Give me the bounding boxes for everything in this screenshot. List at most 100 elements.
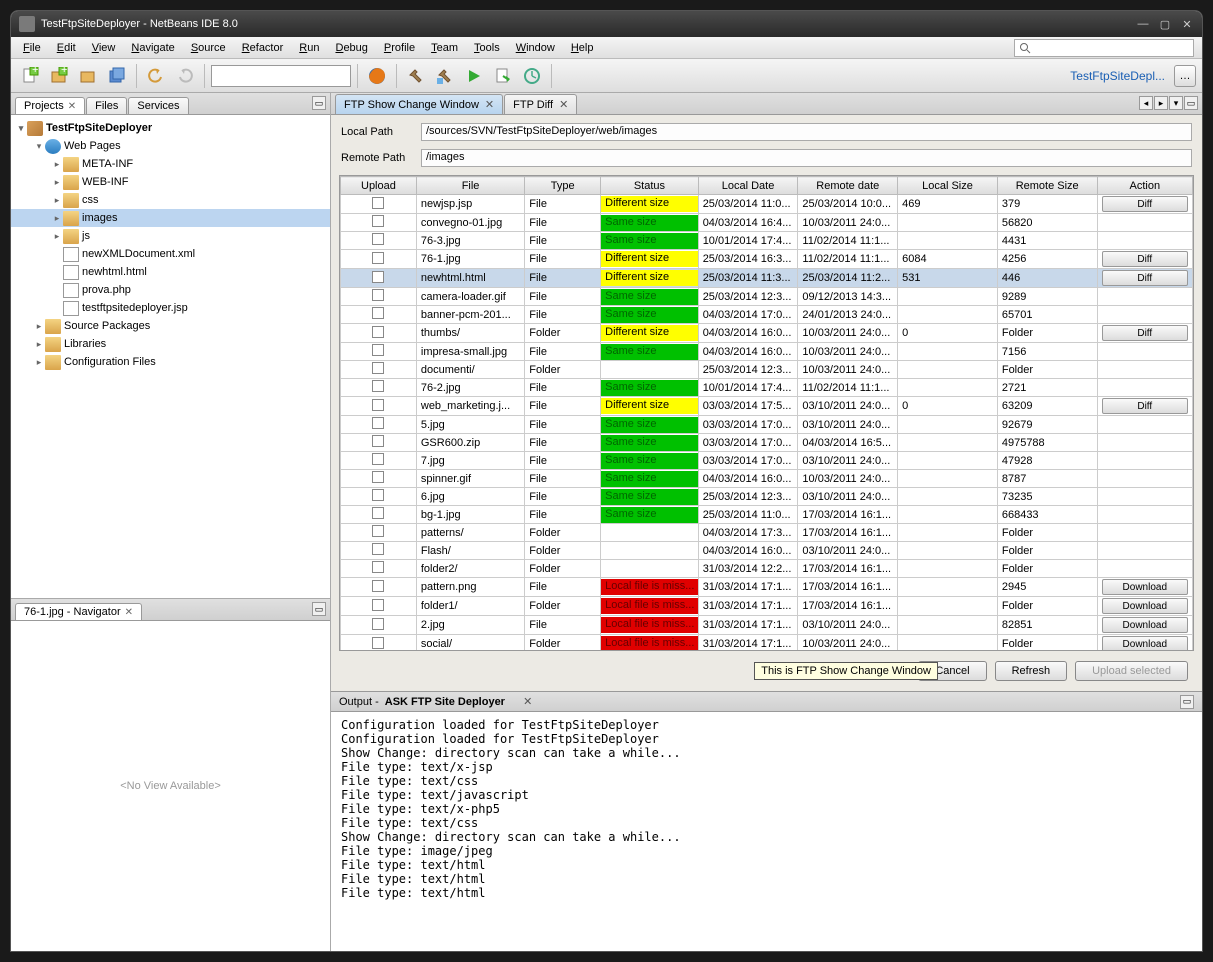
upload-checkbox[interactable] [372,307,384,319]
upload-checkbox[interactable] [372,197,384,209]
upload-selected-button[interactable]: Upload selected [1075,661,1188,681]
close-button[interactable]: ✕ [1180,17,1194,31]
tree-node[interactable]: ▸css [11,191,330,209]
upload-checkbox[interactable] [372,471,384,483]
table-row[interactable]: GSR600.zipFileSame size03/03/2014 17:0..… [341,434,1193,452]
close-icon[interactable]: ✕ [68,101,76,112]
upload-checkbox[interactable] [372,326,384,338]
column-header[interactable]: Local Size [898,177,998,195]
diff-button[interactable]: Diff [1102,270,1188,286]
project-more-button[interactable]: … [1174,65,1196,87]
titlebar[interactable]: TestFtpSiteDeployer - NetBeans IDE 8.0 —… [11,11,1202,37]
tree-node[interactable]: ▸Source Packages [11,317,330,335]
table-row[interactable]: camera-loader.gifFileSame size25/03/2014… [341,288,1193,306]
tree-node[interactable]: ▸WEB-INF [11,173,330,191]
download-button[interactable]: Download [1102,636,1188,651]
upload-checkbox[interactable] [372,252,384,264]
redo-button[interactable] [172,63,198,89]
menu-edit[interactable]: Edit [49,39,84,57]
upload-checkbox[interactable] [372,525,384,537]
tree-node[interactable]: ▸META-INF [11,155,330,173]
upload-checkbox[interactable] [372,271,384,283]
tab-list-button[interactable]: ▾ [1169,96,1183,110]
editor-tab[interactable]: FTP Diff✕ [504,94,577,114]
menu-debug[interactable]: Debug [327,39,375,57]
tab-services[interactable]: Services [128,97,188,114]
table-row[interactable]: pattern.pngFileLocal file is miss...31/0… [341,578,1193,597]
upload-checkbox[interactable] [372,580,384,592]
minimize-panel-button[interactable]: ▭ [312,602,326,616]
tree-node[interactable]: ▸Configuration Files [11,353,330,371]
upload-checkbox[interactable] [372,215,384,227]
table-row[interactable]: folder2/Folder31/03/2014 12:2...17/03/20… [341,560,1193,578]
upload-checkbox[interactable] [372,507,384,519]
column-header[interactable]: Remote date [798,177,898,195]
close-icon[interactable]: ✕ [559,98,568,111]
tree-node[interactable]: ▸Libraries [11,335,330,353]
tree-node[interactable]: ▾Web Pages [11,137,330,155]
minimize-panel-button[interactable]: ▭ [312,96,326,110]
menu-window[interactable]: Window [508,39,563,57]
column-header[interactable]: Remote Size [997,177,1097,195]
tree-node[interactable]: ▸js [11,227,330,245]
table-row[interactable]: 6.jpgFileSame size25/03/2014 12:3...03/1… [341,488,1193,506]
tree-node[interactable]: prova.php [11,281,330,299]
upload-checkbox[interactable] [372,561,384,573]
upload-checkbox[interactable] [372,453,384,465]
debug-button[interactable] [490,63,516,89]
column-header[interactable]: Status [601,177,699,195]
local-path-field[interactable]: /sources/SVN/TestFtpSiteDeployer/web/ima… [421,123,1192,141]
table-row[interactable]: social/FolderLocal file is miss...31/03/… [341,635,1193,652]
table-row[interactable]: newjsp.jspFileDifferent size25/03/2014 1… [341,195,1193,214]
table-row[interactable]: 76-3.jpgFileSame size10/01/2014 17:4...1… [341,232,1193,250]
upload-checkbox[interactable] [372,543,384,555]
new-file-button[interactable]: + [17,63,43,89]
maximize-button[interactable]: ▢ [1158,17,1172,31]
editor-tab[interactable]: FTP Show Change Window✕ [335,94,503,114]
column-header[interactable]: Local Date [698,177,798,195]
table-row[interactable]: Flash/Folder04/03/2014 16:0...03/10/2011… [341,542,1193,560]
table-row[interactable]: 7.jpgFileSame size03/03/2014 17:0...03/1… [341,452,1193,470]
output-tab[interactable]: Output - ASK FTP Site Deployer ✕ ▭ [331,692,1202,712]
column-header[interactable]: Action [1097,177,1192,195]
upload-checkbox[interactable] [372,344,384,356]
download-button[interactable]: Download [1102,579,1188,595]
table-row[interactable]: 76-2.jpgFileSame size10/01/2014 17:4...1… [341,379,1193,397]
diff-button[interactable]: Diff [1102,398,1188,414]
upload-checkbox[interactable] [372,399,384,411]
upload-checkbox[interactable] [372,618,384,630]
menu-help[interactable]: Help [563,39,602,57]
download-button[interactable]: Download [1102,617,1188,633]
config-combo[interactable] [211,65,351,87]
minimize-panel-button[interactable]: ▭ [1180,695,1194,709]
table-row[interactable]: convegno-01.jpgFileSame size04/03/2014 1… [341,214,1193,232]
table-row[interactable]: banner-pcm-201...FileSame size04/03/2014… [341,306,1193,324]
upload-checkbox[interactable] [372,417,384,429]
save-all-button[interactable] [104,63,130,89]
column-header[interactable]: File [416,177,524,195]
tree-node[interactable]: testftpsitedeployer.jsp [11,299,330,317]
download-button[interactable]: Download [1102,598,1188,614]
project-label[interactable]: TestFtpSiteDepl... [1064,69,1171,83]
tab-projects[interactable]: Projects ✕ [15,97,85,114]
menu-profile[interactable]: Profile [376,39,423,57]
upload-checkbox[interactable] [372,599,384,611]
upload-checkbox[interactable] [372,380,384,392]
tab-next-button[interactable]: ▸ [1154,96,1168,110]
menu-refactor[interactable]: Refactor [234,39,292,57]
upload-checkbox[interactable] [372,435,384,447]
menu-view[interactable]: View [84,39,124,57]
table-row[interactable]: impresa-small.jpgFileSame size04/03/2014… [341,343,1193,361]
tree-node[interactable]: newhtml.html [11,263,330,281]
table-row[interactable]: web_marketing.j...FileDifferent size03/0… [341,397,1193,416]
table-row[interactable]: folder1/FolderLocal file is miss...31/03… [341,597,1193,616]
upload-checkbox[interactable] [372,489,384,501]
quick-search[interactable] [1014,39,1194,57]
upload-checkbox[interactable] [372,637,384,649]
upload-checkbox[interactable] [372,362,384,374]
table-row[interactable]: bg-1.jpgFileSame size25/03/2014 11:0...1… [341,506,1193,524]
table-row[interactable]: 5.jpgFileSame size03/03/2014 17:0...03/1… [341,416,1193,434]
table-row[interactable]: thumbs/FolderDifferent size04/03/2014 16… [341,324,1193,343]
tree-node[interactable]: ▸images [11,209,330,227]
menu-run[interactable]: Run [291,39,327,57]
